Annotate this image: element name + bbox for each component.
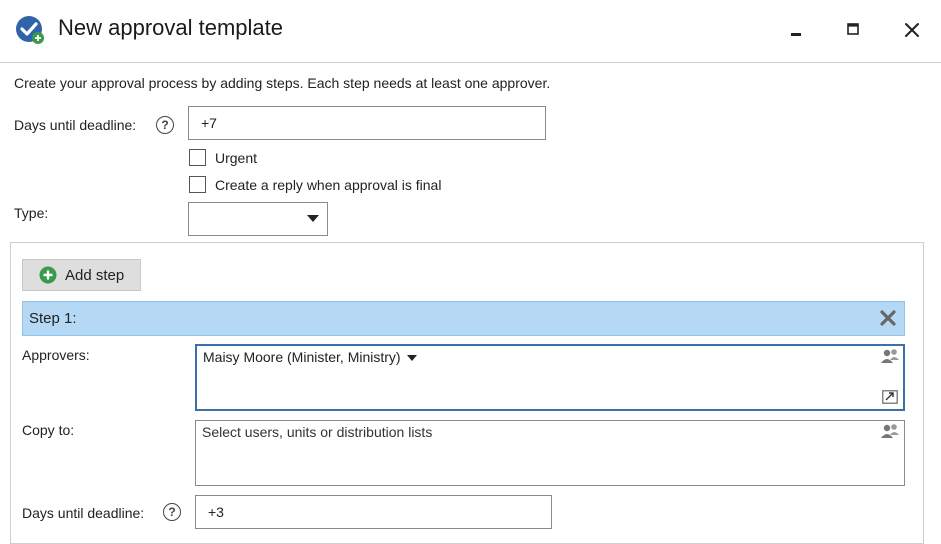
approver-chip[interactable]: Maisy Moore (Minister, Ministry) bbox=[203, 349, 401, 365]
reply-when-final-label: Create a reply when approval is final bbox=[215, 177, 442, 193]
add-step-button[interactable]: Add step bbox=[22, 259, 141, 291]
urgent-label: Urgent bbox=[215, 150, 258, 166]
people-picker-icon[interactable] bbox=[880, 423, 900, 441]
step-days-until-deadline-label: Days until deadline: bbox=[22, 505, 145, 521]
minimize-icon[interactable] bbox=[780, 14, 812, 46]
copy-to-label: Copy to: bbox=[22, 422, 75, 438]
step-days-until-deadline-input[interactable]: +3 bbox=[195, 495, 552, 529]
window-title: New approval template bbox=[58, 15, 284, 40]
type-select[interactable] bbox=[188, 202, 328, 236]
approvers-label: Approvers: bbox=[22, 347, 90, 363]
help-icon[interactable]: ? bbox=[156, 116, 174, 134]
maximize-icon[interactable] bbox=[837, 14, 869, 46]
days-until-deadline-input[interactable]: +7 bbox=[188, 106, 546, 140]
plus-circle-icon bbox=[39, 266, 57, 284]
step-title: Step 1: bbox=[29, 310, 77, 327]
check-badge-icon bbox=[16, 16, 44, 44]
type-label: Type: bbox=[14, 205, 49, 221]
intro-text: Create your approval process by adding s… bbox=[14, 75, 551, 91]
step-header: Step 1: bbox=[22, 301, 905, 336]
reply-when-final-checkbox[interactable] bbox=[189, 176, 206, 193]
approvers-field[interactable]: Maisy Moore (Minister, Ministry) bbox=[195, 344, 905, 411]
expand-icon[interactable] bbox=[882, 390, 898, 404]
urgent-checkbox[interactable] bbox=[189, 149, 206, 166]
remove-step-icon[interactable] bbox=[880, 310, 896, 326]
days-until-deadline-label: Days until deadline: bbox=[14, 117, 137, 133]
copy-to-placeholder: Select users, units or distribution list… bbox=[202, 424, 433, 440]
chevron-down-icon bbox=[307, 215, 319, 222]
copy-to-field[interactable]: Select users, units or distribution list… bbox=[195, 420, 905, 486]
close-icon[interactable] bbox=[896, 14, 928, 46]
people-picker-icon[interactable] bbox=[880, 348, 900, 366]
caret-down-icon[interactable] bbox=[407, 354, 418, 362]
help-icon[interactable]: ? bbox=[163, 503, 181, 521]
add-step-label: Add step bbox=[65, 266, 125, 284]
